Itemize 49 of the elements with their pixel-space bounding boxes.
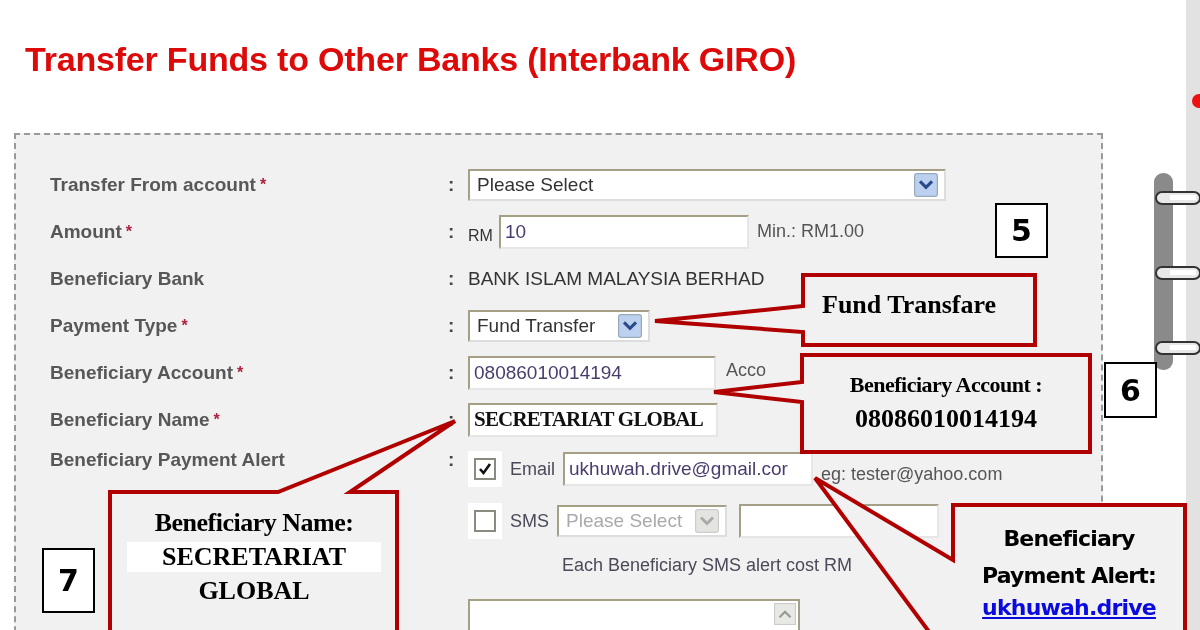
email-hint: eg: tester@yahoo.com [821, 463, 1003, 485]
required-mark: * [125, 222, 132, 241]
field-label: Payment Type [50, 314, 178, 337]
required-mark: * [181, 316, 188, 335]
step-number: 6 [1104, 362, 1157, 418]
beneficiary-name: GLOBAL [198, 576, 310, 606]
colon: : [448, 267, 455, 289]
email-field[interactable]: ukhuwah.drive@gmail.cor [563, 452, 813, 486]
callout-text: Beneficiary Account : [848, 372, 1044, 398]
account-hint: Acco [726, 360, 767, 381]
callout-text: Fund Transfare [822, 290, 997, 320]
beneficiary-name: SECRETARIAT [127, 542, 381, 572]
colon: : [448, 449, 455, 470]
payment-type-select[interactable]: Fund Transfer [468, 309, 650, 342]
chevron-down-icon [914, 172, 938, 197]
colon: : [448, 220, 455, 242]
page-title: Transfer Funds to Other Banks (Interbank GIRO) [24, 39, 798, 80]
field-label: Beneficiary Bank [50, 267, 205, 290]
minimum-hint: Min.: RM1.00 [756, 221, 864, 242]
account-select[interactable]: Please Select [468, 168, 946, 201]
sms-label: SMS [510, 510, 549, 532]
field-label: Beneficiary Payment Alert [50, 449, 285, 471]
field-label: Transfer From account [50, 173, 256, 196]
required-mark: * [259, 175, 267, 194]
callout-text: Beneficiary Payment Alert: [980, 525, 1158, 591]
check-icon [477, 461, 493, 477]
field-label: Amount [50, 220, 122, 243]
step-number: 7 [42, 548, 95, 613]
currency-label: RM [468, 226, 493, 245]
email-checkbox[interactable] [474, 458, 496, 480]
bank-name: BANK ISLAM MALAYSIA BERHAD [468, 267, 765, 290]
account-number: 08086010014194 [854, 404, 1038, 434]
colon: : [448, 361, 455, 383]
chevron-down-icon [618, 313, 642, 338]
colon: : [448, 314, 455, 336]
required-mark: * [213, 410, 220, 429]
name-field[interactable]: SECRETARIAT GLOBAL [468, 402, 718, 437]
email-link[interactable]: ukhuwah.drive [982, 594, 1156, 620]
step-number: 5 [995, 203, 1048, 258]
field-label: Beneficiary Account [50, 361, 233, 384]
account-field[interactable]: 08086010014194 [468, 355, 716, 390]
required-mark: * [237, 363, 244, 382]
field-label: Beneficiary Name [50, 408, 210, 431]
email-label: Email [510, 458, 555, 480]
callout-text: Beneficiary Name: [154, 508, 354, 538]
colon: : [448, 173, 455, 195]
chevron-down-icon [695, 509, 719, 533]
amount-field[interactable]: 10 [498, 214, 749, 249]
scroll-up-icon[interactable] [774, 603, 796, 625]
